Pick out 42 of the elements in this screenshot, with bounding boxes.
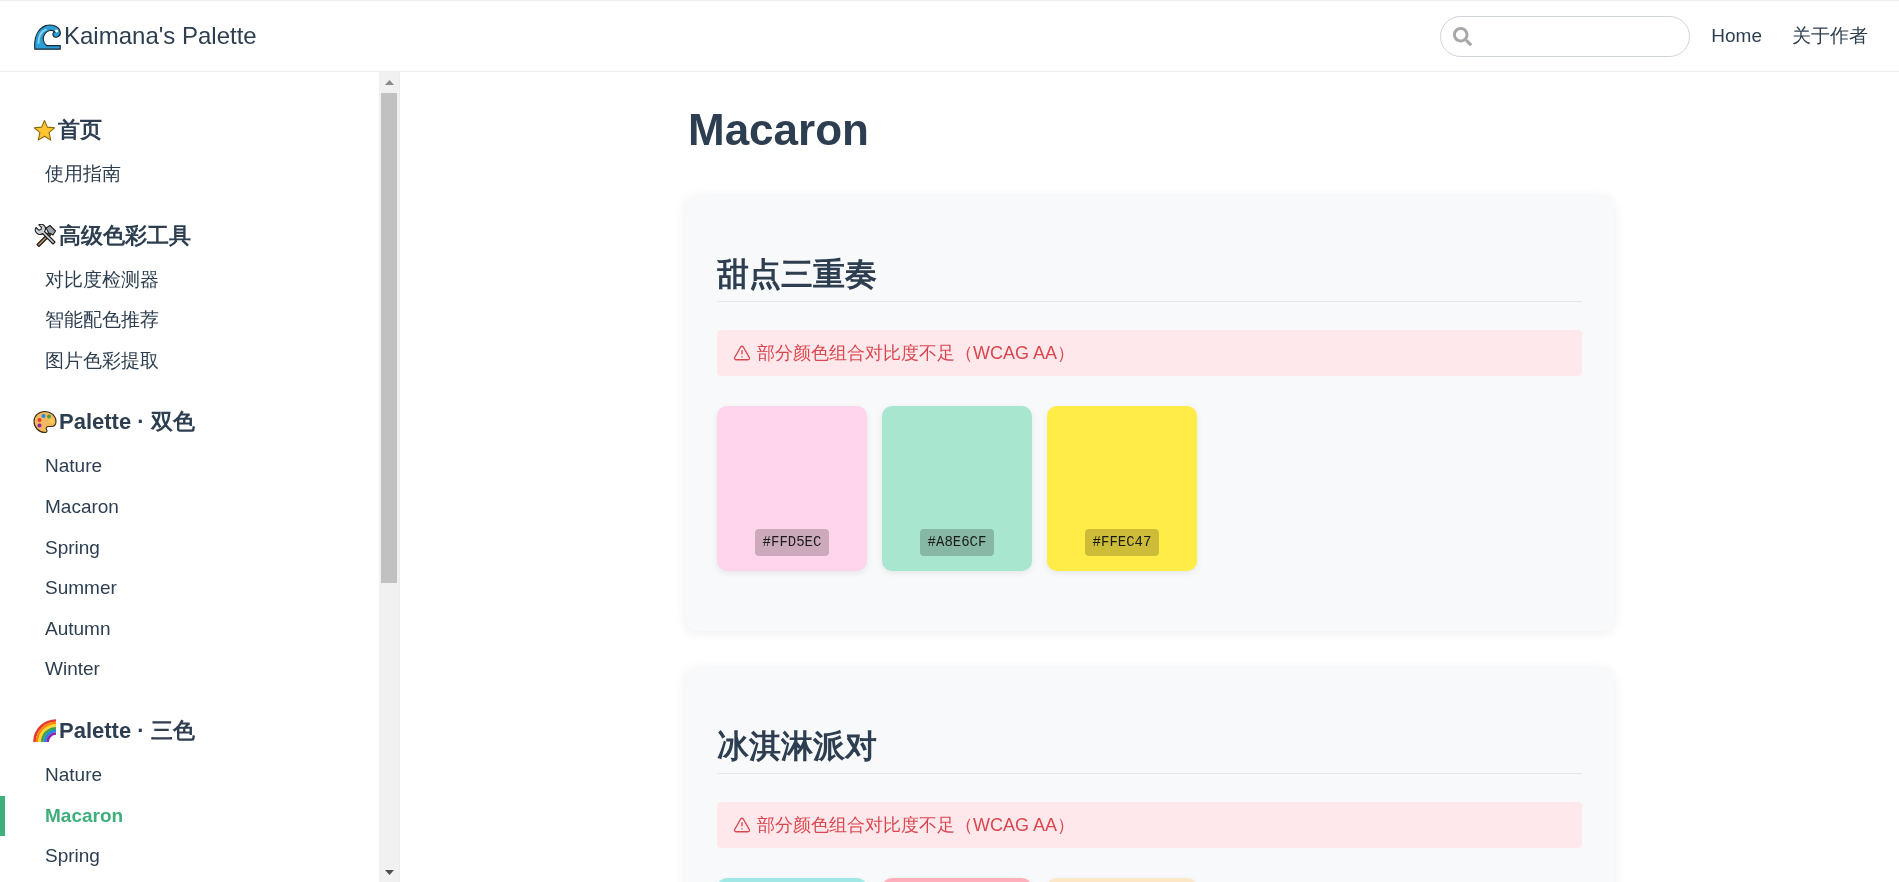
- star-icon: [33, 118, 56, 142]
- sidebar-link[interactable]: Autumn: [0, 608, 123, 650]
- warning-icon: [733, 344, 751, 362]
- sidebar-link[interactable]: Spring: [0, 836, 112, 877]
- sidebar-link[interactable]: Winter: [0, 649, 112, 690]
- palette-icon: [33, 410, 57, 435]
- sidebar-link[interactable]: Nature: [0, 754, 115, 796]
- sidebar-link[interactable]: Macaron: [0, 486, 131, 528]
- scroll-up-icon[interactable]: [384, 79, 394, 85]
- palette-title: 甜点三重奏: [717, 254, 1582, 302]
- sidebar-heading: 高级色彩工具: [59, 221, 191, 250]
- sidebar-heading: Palette · 双色: [59, 408, 195, 437]
- sidebar-link[interactable]: Summer: [0, 568, 129, 609]
- sidebar-heading: 首页: [58, 116, 102, 144]
- hammer-wrench-icon: [33, 223, 57, 248]
- sidebar-heading: Palette · 三色: [59, 716, 195, 745]
- scroll-down-icon[interactable]: [384, 869, 394, 875]
- sidebar-link[interactable]: Nature: [0, 446, 115, 487]
- hex-code: #FFEC47: [1084, 529, 1160, 556]
- color-swatch[interactable]: #A8E6CF: [882, 406, 1032, 571]
- sidebar-link[interactable]: 对比度检测器: [0, 259, 171, 301]
- color-swatch[interactable]: #FFEC47: [1047, 406, 1197, 571]
- sidebar-link[interactable]: 使用指南: [0, 154, 133, 195]
- sidebar-link[interactable]: 图片色彩提取: [0, 340, 171, 382]
- site-logo-link[interactable]: Kaimana's Palette: [33, 21, 257, 51]
- nav-link[interactable]: 关于作者: [1792, 23, 1868, 49]
- search-icon: [1453, 26, 1473, 46]
- nav-link[interactable]: Home: [1711, 25, 1762, 47]
- warning-icon: [733, 816, 751, 834]
- color-swatch[interactable]: #FFD5EC: [717, 406, 867, 571]
- rainbow-icon: [33, 718, 57, 743]
- warning-text: 部分颜色组合对比度不足（WCAG AA）: [757, 814, 1075, 837]
- hex-code: #FFD5EC: [754, 529, 830, 556]
- wave-icon: [33, 21, 62, 51]
- scrollbar-thumb[interactable]: [381, 93, 397, 583]
- page-title: Macaron: [687, 104, 869, 156]
- sidebar-link[interactable]: 智能配色推荐: [0, 300, 171, 341]
- palette-title: 冰淇淋派对: [717, 726, 1582, 774]
- search-field[interactable]: [1440, 15, 1691, 57]
- sidebar-link[interactable]: Spring: [0, 527, 112, 569]
- warning-text: 部分颜色组合对比度不足（WCAG AA）: [757, 342, 1075, 365]
- hex-code: #A8E6CF: [919, 529, 995, 556]
